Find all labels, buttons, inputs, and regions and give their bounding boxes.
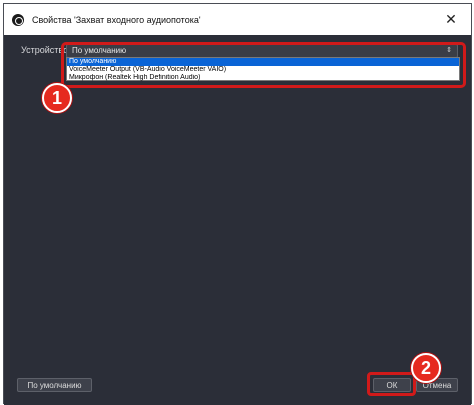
obs-app-icon bbox=[12, 13, 24, 26]
properties-dialog: Свойства 'Захват входного аудиопотока' ✕… bbox=[3, 3, 472, 405]
close-button[interactable]: ✕ bbox=[431, 4, 471, 35]
title-bar: Свойства 'Захват входного аудиопотока' ✕ bbox=[4, 4, 471, 35]
defaults-button[interactable]: По умолчанию bbox=[17, 378, 92, 392]
window-title: Свойства 'Захват входного аудиопотока' bbox=[32, 14, 201, 25]
dropdown-highlight-frame bbox=[61, 42, 466, 88]
ok-highlight-frame bbox=[367, 372, 416, 396]
step-1-badge: 1 bbox=[42, 83, 72, 113]
dialog-content: Устройство По умолчанию ⇕ По умолчанию V… bbox=[4, 35, 471, 405]
step-2-badge: 2 bbox=[411, 353, 441, 383]
